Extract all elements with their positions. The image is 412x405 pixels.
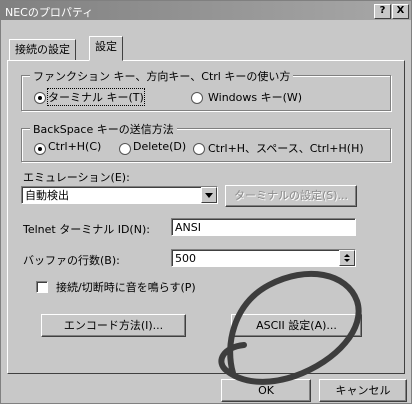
- cancel-button[interactable]: キャンセル: [319, 379, 407, 402]
- beep-label[interactable]: 接続/切断時に音を鳴らす(P): [56, 279, 196, 295]
- buffer-lines-input[interactable]: 500: [171, 249, 356, 267]
- terminal-settings-button[interactable]: ターミナルの設定(S)...: [225, 185, 357, 207]
- telnet-id-value: ANSI: [175, 221, 201, 234]
- chevron-down-icon: [205, 193, 213, 198]
- window-title: NECのプロパティ: [5, 6, 94, 19]
- spinner-arrows-icon: [344, 254, 350, 262]
- encode-button[interactable]: エンコード方法(I)...: [41, 314, 186, 337]
- buffer-label: バッファの行数(B):: [23, 254, 120, 267]
- radio-terminal-keys-label[interactable]: ターミナル キー(T): [47, 88, 145, 106]
- radio-delete[interactable]: [119, 143, 131, 155]
- buffer-spinner[interactable]: [339, 250, 355, 266]
- radio-terminal-keys[interactable]: [34, 92, 46, 104]
- properties-dialog: NECのプロパティ ? X 接続の設定 設定 ファンクション キー、方向キー、C…: [0, 0, 412, 404]
- ascii-settings-button[interactable]: ASCII 設定(A)...: [231, 314, 362, 337]
- radio-ctrl-h-space[interactable]: [193, 143, 205, 155]
- radio-ctrl-h-label[interactable]: Ctrl+H(C): [48, 140, 101, 153]
- buffer-lines-value: 500: [175, 252, 196, 265]
- close-button[interactable]: X: [392, 4, 409, 19]
- radio-windows-keys[interactable]: [191, 92, 203, 104]
- title-bar: NECのプロパティ ? X: [1, 1, 411, 20]
- function-keys-legend: ファンクション キー、方向キー、Ctrl キーの使い方: [30, 68, 294, 84]
- emulation-value: 自動検出: [25, 189, 69, 202]
- radio-ctrl-h[interactable]: [34, 143, 46, 155]
- emulation-label: エミュレーション(E):: [23, 171, 130, 184]
- emulation-dropdown-button[interactable]: [201, 187, 217, 203]
- telnet-id-input[interactable]: ANSI: [171, 218, 356, 236]
- ok-button[interactable]: OK: [221, 379, 311, 402]
- help-button[interactable]: ?: [374, 4, 391, 19]
- backspace-legend: BackSpace キーの送信方法: [30, 121, 177, 137]
- tab-connection[interactable]: 接続の設定: [9, 39, 76, 61]
- radio-windows-keys-label[interactable]: Windows キー(W): [208, 89, 302, 105]
- radio-delete-label[interactable]: Delete(D): [133, 140, 186, 153]
- emulation-select[interactable]: 自動検出: [21, 186, 218, 204]
- beep-checkbox[interactable]: [36, 281, 48, 293]
- telnet-label: Telnet ターミナル ID(N):: [23, 223, 150, 236]
- radio-ctrl-h-space-label[interactable]: Ctrl+H、スペース、Ctrl+H(H): [208, 140, 364, 156]
- tab-settings[interactable]: 設定: [89, 36, 123, 61]
